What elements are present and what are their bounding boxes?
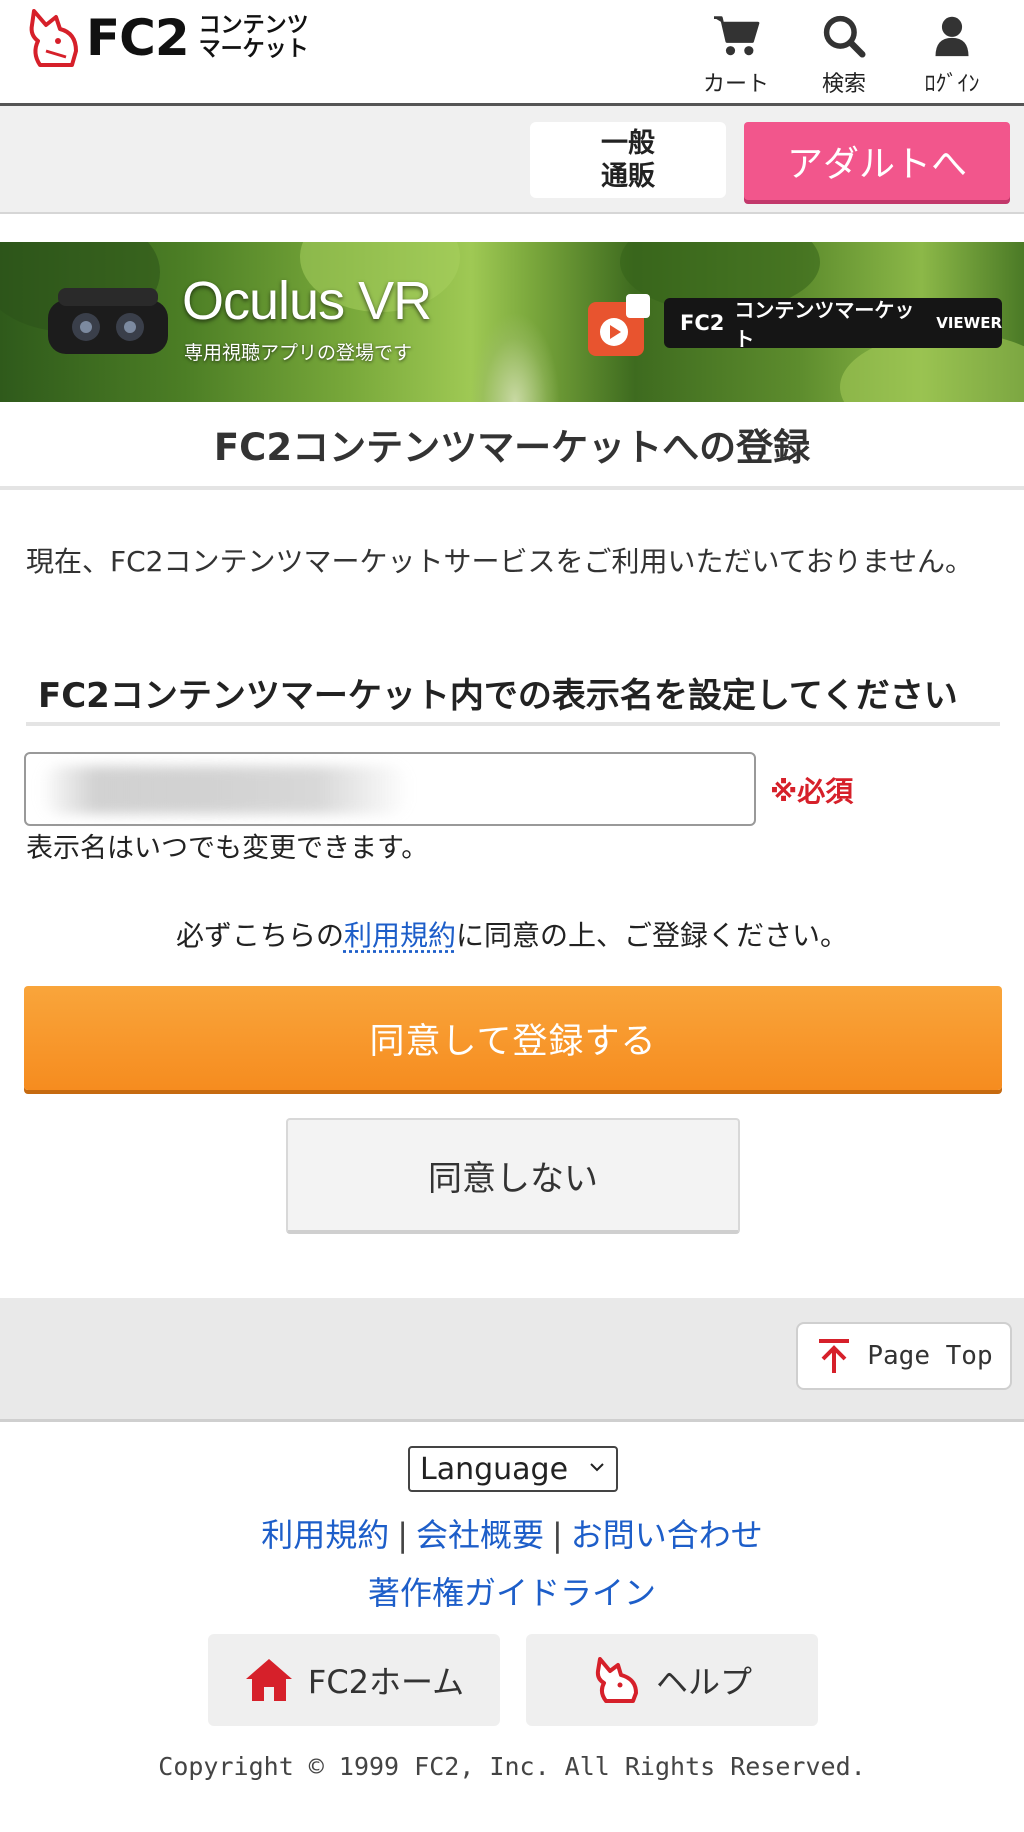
footer-separator: |	[397, 1516, 408, 1554]
service-notice: 現在、FC2コンテンツマーケットサービスをご利用いただいておりません。	[26, 545, 973, 578]
footer-separator: |	[552, 1516, 563, 1554]
fc2-home-label: FC2ホーム	[307, 1663, 465, 1701]
help-button[interactable]: ヘルプ	[526, 1634, 818, 1726]
viewer-badge: FC2 コンテンツマーケット VIEWER	[664, 298, 1002, 351]
arrow-up-icon	[819, 1339, 850, 1373]
disagree-button[interactable]: 同意しない	[286, 1118, 740, 1234]
logo-sub-line1: コンテンツ	[198, 13, 309, 38]
page-top-label: Page Top	[867, 1341, 993, 1371]
cart-icon	[714, 16, 760, 56]
cart-button[interactable]: カート	[686, 14, 786, 98]
agree-suffix: に同意の上、ご登録ください。	[456, 919, 849, 952]
page-top-button[interactable]: Page Top	[796, 1322, 1012, 1390]
login-label: ﾛｸﾞｲﾝ	[924, 72, 980, 97]
footer-links-row2: 著作権ガイドライン	[0, 1568, 1024, 1614]
terms-link[interactable]: 利用規約	[344, 919, 456, 952]
oculus-vr-banner[interactable]: Oculus VR 専用視聴アプリの登場です FC2 コンテンツマーケット VI…	[0, 242, 1024, 402]
help-fc2-icon	[595, 1657, 638, 1703]
footer-terms-link[interactable]: 利用規約	[261, 1516, 389, 1554]
agree-register-button[interactable]: 同意して登録する	[24, 986, 1002, 1090]
banner-path	[470, 312, 560, 402]
language-label: Language	[420, 1451, 569, 1487]
search-label: 検索	[821, 72, 866, 97]
blurred-input-value	[40, 766, 410, 814]
required-label: ※必須	[770, 775, 854, 808]
copyright-text: Copyright © 1999 FC2, Inc. All Rights Re…	[158, 1752, 866, 1781]
banner-subtitle: 専用視聴アプリの登場です	[184, 342, 413, 364]
display-name-hint: 表示名はいつでも変更できます。	[26, 833, 429, 864]
page-top-bar: Page Top	[0, 1298, 1024, 1422]
shop-tab-bar: 一般通販 アダルトへ	[0, 106, 1024, 214]
agree-prefix: 必ずこちらの	[175, 919, 344, 952]
chevron-down-icon	[590, 1463, 604, 1472]
fc2-home-button[interactable]: FC2ホーム	[208, 1634, 500, 1726]
login-button[interactable]: ﾛｸﾞｲﾝ	[902, 14, 1002, 98]
footer-company-link[interactable]: 会社概要	[416, 1516, 544, 1554]
logo-subtitle: コンテンツ マーケット	[199, 14, 309, 62]
user-icon	[935, 16, 969, 57]
viewer-badge-text: コンテンツマーケット	[734, 298, 915, 351]
logo-sub-line2: マーケット	[198, 37, 309, 62]
footer-links: 利用規約 | 会社概要 | お問い合わせ	[0, 1510, 1024, 1556]
terms-agreement-text: 必ずこちらの利用規約に同意の上、ご登録ください。	[0, 914, 1024, 954]
display-name-heading: FC2コンテンツマーケット内での表示名を設定してください	[26, 668, 1000, 726]
search-button[interactable]: 検索	[794, 14, 894, 98]
tab-general-label: 一般通販	[601, 128, 655, 192]
banner-title: Oculus VR	[182, 271, 432, 331]
viewer-badge-brand: FC2	[680, 311, 725, 335]
help-label: ヘルプ	[655, 1663, 752, 1701]
tab-adult[interactable]: アダルトへ	[744, 122, 1010, 200]
site-header: FC2 コンテンツ マーケット カート 検索 ﾛｸﾞｲﾝ	[0, 0, 1024, 106]
tab-general-shopping[interactable]: 一般通販	[530, 122, 726, 198]
footer-contact-link[interactable]: お問い合わせ	[571, 1516, 763, 1554]
viewer-badge-viewer: VIEWER	[936, 314, 1002, 332]
fc2-logo[interactable]: FC2 コンテンツ マーケット	[26, 6, 309, 70]
viewer-app-icon	[588, 294, 650, 356]
cart-label: カート	[702, 72, 769, 97]
language-select[interactable]: Language	[408, 1446, 618, 1492]
copyright-guideline-link[interactable]: 著作権ガイドライン	[368, 1574, 656, 1612]
search-icon	[823, 15, 866, 58]
page-title: FC2コンテンツマーケットへの登録	[0, 402, 1024, 490]
home-icon	[245, 1659, 292, 1701]
vr-goggles-icon	[48, 288, 168, 354]
logo-text: FC2	[86, 9, 190, 67]
fc2-logo-icon	[29, 9, 78, 67]
